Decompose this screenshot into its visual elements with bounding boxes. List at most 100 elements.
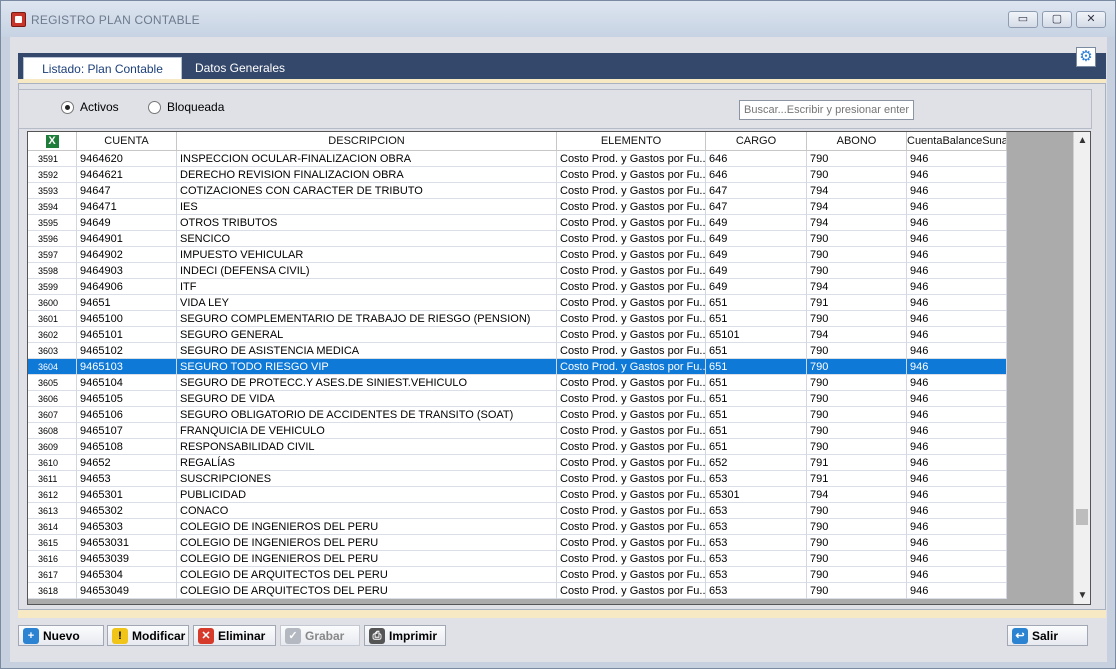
- balance-cell: 946: [907, 567, 1007, 583]
- radio-label: Bloqueada: [167, 100, 225, 114]
- table-row[interactable]: 3609 9465108 RESPONSABILIDAD CIVIL Costo Pr…: [28, 439, 1007, 455]
- exit-icon: ↩: [1012, 627, 1028, 644]
- table-row[interactable]: 3617 9465304 COLEGIO DE ARQUITECTOS DEL PE…: [28, 567, 1007, 583]
- minimize-button[interactable]: ▭: [1008, 11, 1038, 28]
- scroll-down-icon[interactable]: ▼: [1074, 587, 1090, 604]
- abono-cell: 790: [807, 375, 907, 391]
- cargo-cell: 647: [706, 199, 807, 215]
- abono-cell: 790: [807, 231, 907, 247]
- column-header[interactable]: CuentaBalanceSunat: [907, 132, 1007, 151]
- table-row[interactable]: 3594 946471 IES Costo Prod. y Gastos por Fu…: [28, 199, 1007, 215]
- radio-bloqueada[interactable]: Bloqueada: [148, 100, 224, 114]
- elemento-cell: Costo Prod. y Gastos por Fu...: [557, 247, 706, 263]
- excel-export-icon[interactable]: X: [28, 132, 77, 151]
- table-row[interactable]: 3601 9465100 SEGURO COMPLEMENTARIO DE TRAB…: [28, 311, 1007, 327]
- descripcion-cell: CONACO: [177, 503, 557, 519]
- elemento-cell: Costo Prod. y Gastos por Fu...: [557, 343, 706, 359]
- table-row[interactable]: 3618 94653049 COLEGIO DE ARQUITECTOS DEL P…: [28, 583, 1007, 599]
- salir-button[interactable]: ↩ Salir: [1007, 625, 1088, 646]
- table-row[interactable]: 3597 9464902 IMPUESTO VEHICULAR Costo Prod.…: [28, 247, 1007, 263]
- cargo-cell: 653: [706, 503, 807, 519]
- table-row[interactable]: 3608 9465107 FRANQUICIA DE VEHICULO Costo P…: [28, 423, 1007, 439]
- cuenta-cell: 9465104: [77, 375, 177, 391]
- grid-rows: 3591 9464620 INSPECCION OCULAR-FINALIZACIO…: [28, 151, 1007, 599]
- elemento-cell: Costo Prod. y Gastos por Fu...: [557, 327, 706, 343]
- modificar-button[interactable]: ! Modificar: [107, 625, 189, 646]
- row-number: 3599: [28, 279, 77, 295]
- elemento-cell: Costo Prod. y Gastos por Fu...: [557, 519, 706, 535]
- window-title: REGISTRO PLAN CONTABLE: [31, 13, 200, 27]
- table-row[interactable]: 3598 9464903 INDECI (DEFENSA CIVIL) Costo P…: [28, 263, 1007, 279]
- descripcion-cell: COLEGIO DE INGENIEROS DEL PERU: [177, 551, 557, 567]
- table-row[interactable]: 3613 9465302 CONACO Costo Prod. y Gastos po…: [28, 503, 1007, 519]
- maximize-button[interactable]: ▢: [1042, 11, 1072, 28]
- row-number: 3593: [28, 183, 77, 199]
- elemento-cell: Costo Prod. y Gastos por Fu...: [557, 311, 706, 327]
- elemento-cell: Costo Prod. y Gastos por Fu...: [557, 231, 706, 247]
- tab-datos-generales[interactable]: Datos Generales: [185, 57, 295, 79]
- abono-cell: 790: [807, 263, 907, 279]
- balance-cell: 946: [907, 359, 1007, 375]
- vertical-scrollbar[interactable]: ▲ ▼: [1073, 132, 1090, 604]
- cuenta-cell: 9465101: [77, 327, 177, 343]
- abono-cell: 791: [807, 295, 907, 311]
- balance-cell: 946: [907, 231, 1007, 247]
- cuenta-cell: 94649: [77, 215, 177, 231]
- eliminar-button[interactable]: ✕ Eliminar: [193, 625, 276, 646]
- elemento-cell: Costo Prod. y Gastos por Fu...: [557, 199, 706, 215]
- balance-cell: 946: [907, 423, 1007, 439]
- table-row[interactable]: 3616 94653039 COLEGIO DE INGENIEROS DEL PE…: [28, 551, 1007, 567]
- table-row[interactable]: 3612 9465301 PUBLICIDAD Costo Prod. y Gasto…: [28, 487, 1007, 503]
- scroll-up-icon[interactable]: ▲: [1074, 132, 1090, 149]
- column-header[interactable]: ELEMENTO: [557, 132, 706, 151]
- balance-cell: 946: [907, 343, 1007, 359]
- descripcion-cell: SUSCRIPCIONES: [177, 471, 557, 487]
- table-row[interactable]: 3603 9465102 SEGURO DE ASISTENCIA MEDICA Co…: [28, 343, 1007, 359]
- table-row[interactable]: 3596 9464901 SENCICO Costo Prod. y Gastos p…: [28, 231, 1007, 247]
- grabar-button[interactable]: ✓ Grabar: [280, 625, 360, 646]
- elemento-cell: Costo Prod. y Gastos por Fu...: [557, 215, 706, 231]
- balance-cell: 946: [907, 391, 1007, 407]
- table-row[interactable]: 3605 9465104 SEGURO DE PROTECC.Y ASES.DE S…: [28, 375, 1007, 391]
- scroll-thumb[interactable]: [1076, 509, 1088, 525]
- cargo-cell: 651: [706, 375, 807, 391]
- table-row[interactable]: 3607 9465106 SEGURO OBLIGATORIO DE ACCIDEN…: [28, 407, 1007, 423]
- radio-activos[interactable]: Activos: [61, 100, 119, 114]
- table-row[interactable]: 3600 94651 VIDA LEY Costo Prod. y Gastos po…: [28, 295, 1007, 311]
- column-header[interactable]: ABONO: [807, 132, 907, 151]
- table-row[interactable]: 3606 9465105 SEGURO DE VIDA Costo Prod. y G…: [28, 391, 1007, 407]
- descripcion-cell: SEGURO DE ASISTENCIA MEDICA: [177, 343, 557, 359]
- gear-icon[interactable]: ⚙: [1076, 47, 1096, 67]
- table-row[interactable]: 3593 94647 COTIZACIONES CON CARACTER DE TR…: [28, 183, 1007, 199]
- elemento-cell: Costo Prod. y Gastos por Fu...: [557, 391, 706, 407]
- search-input[interactable]: [739, 100, 914, 120]
- table-row[interactable]: 3604 9465103 SEGURO TODO RIESGO VIP Costo P…: [28, 359, 1007, 375]
- elemento-cell: Costo Prod. y Gastos por Fu...: [557, 295, 706, 311]
- balance-cell: 946: [907, 215, 1007, 231]
- descripcion-cell: INSPECCION OCULAR-FINALIZACION OBRA: [177, 151, 557, 167]
- table-row[interactable]: 3591 9464620 INSPECCION OCULAR-FINALIZACIO…: [28, 151, 1007, 167]
- table-row[interactable]: 3614 9465303 COLEGIO DE INGENIEROS DEL PER…: [28, 519, 1007, 535]
- column-header[interactable]: CUENTA: [77, 132, 177, 151]
- row-number: 3615: [28, 535, 77, 551]
- table-row[interactable]: 3610 94652 REGALÍAS Costo Prod. y Gastos po…: [28, 455, 1007, 471]
- imprimir-button[interactable]: ⎙ Imprimir: [364, 625, 446, 646]
- grid-footer: [18, 610, 1106, 618]
- column-header[interactable]: CARGO: [706, 132, 807, 151]
- abono-cell: 790: [807, 407, 907, 423]
- elemento-cell: Costo Prod. y Gastos por Fu...: [557, 359, 706, 375]
- cuenta-cell: 9465304: [77, 567, 177, 583]
- tab-listado[interactable]: Listado: Plan Contable: [23, 57, 182, 79]
- column-header[interactable]: DESCRIPCION: [177, 132, 557, 151]
- nuevo-button[interactable]: + Nuevo: [18, 625, 104, 646]
- table-row[interactable]: 3611 94653 SUSCRIPCIONES Costo Prod. y Gast…: [28, 471, 1007, 487]
- close-button[interactable]: ✕: [1076, 11, 1106, 28]
- balance-cell: 946: [907, 279, 1007, 295]
- balance-cell: 946: [907, 375, 1007, 391]
- table-row[interactable]: 3595 94649 OTROS TRIBUTOS Costo Prod. y Gas…: [28, 215, 1007, 231]
- table-row[interactable]: 3599 9464906 ITF Costo Prod. y Gastos por F…: [28, 279, 1007, 295]
- table-row[interactable]: 3592 9464621 DERECHO REVISION FINALIZACION…: [28, 167, 1007, 183]
- table-row[interactable]: 3615 94653031 COLEGIO DE INGENIEROS DEL PE…: [28, 535, 1007, 551]
- abono-cell: 790: [807, 439, 907, 455]
- table-row[interactable]: 3602 9465101 SEGURO GENERAL Costo Prod. y G…: [28, 327, 1007, 343]
